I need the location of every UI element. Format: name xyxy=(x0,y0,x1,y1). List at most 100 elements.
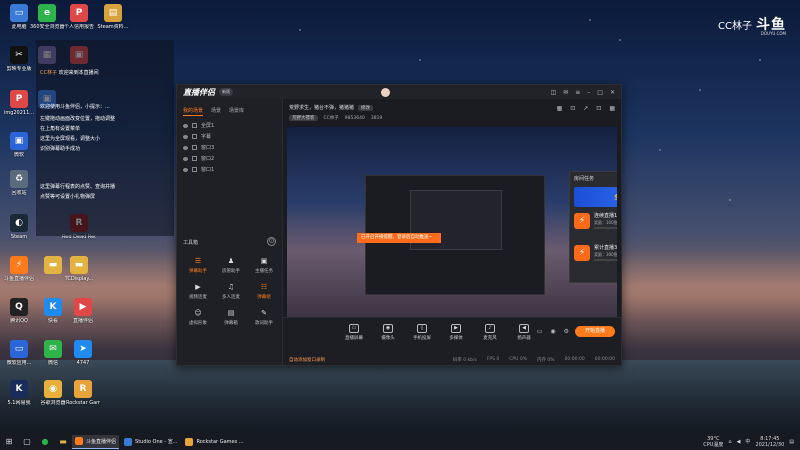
eye-icon[interactable] xyxy=(183,156,188,161)
settings-icon[interactable]: ⚙ xyxy=(564,328,569,335)
douyu-domain: DOUYU.COM xyxy=(760,31,786,36)
task-item[interactable]: ⚡累计直播300分钟奖励：300鱼丸 主播经验+10/300 xyxy=(574,243,617,271)
source-button[interactable]: ▯ 手机投屏 xyxy=(411,324,433,341)
tab-0[interactable]: 我的场景 xyxy=(183,107,204,116)
checkbox-icon[interactable] xyxy=(192,145,197,150)
checkbox-icon[interactable] xyxy=(192,123,197,128)
skin-icon[interactable]: ◫ xyxy=(551,89,557,96)
notice-banner[interactable]: 已开启开播提醒，登录后自动推送~ xyxy=(357,233,441,243)
lock-icon[interactable]: ⊡ xyxy=(570,105,575,112)
desktop-icon[interactable]: ➤ 4747 xyxy=(66,340,100,366)
task-icon: ⚡ xyxy=(574,245,590,261)
desktop-icon[interactable]: K 5.1网易我 xyxy=(2,380,36,406)
room-meta-item[interactable]: 荒野大镖客 xyxy=(289,115,318,121)
taskbar-app[interactable]: Studio One - 宣... xyxy=(121,435,180,449)
task-item[interactable]: ⚡连续直播100分钟奖励：100鱼丸 主播经验+10/100 xyxy=(574,211,617,239)
windows-start-icon[interactable]: ⊞ xyxy=(2,435,16,449)
taskbar-app[interactable]: 斗鱼直播伴侣 xyxy=(72,434,120,449)
desktop-icon[interactable]: P 个人信用报告 xyxy=(62,4,96,30)
desktop-icon[interactable]: R Rockstar Games... xyxy=(66,380,100,406)
avatar[interactable] xyxy=(381,87,391,97)
source-button[interactable]: ▭ 直播屏幕 xyxy=(343,324,365,341)
scene-item[interactable]: 窗口1 xyxy=(177,164,282,175)
taskbar-app[interactable]: Rockstar Games ... xyxy=(182,435,246,449)
browser-icon[interactable]: ● xyxy=(38,435,52,449)
live-preview[interactable]: 已开启开播提醒，登录后自动推送~ 房间任务 ✕ 全民乐PK ⚡连续直播100分钟… xyxy=(287,127,617,317)
tool-button[interactable]: ✎ 歌词助手 xyxy=(249,307,279,327)
eye-icon[interactable] xyxy=(183,145,188,150)
eye-icon[interactable]: ◉ xyxy=(550,328,555,335)
checkbox-icon[interactable] xyxy=(192,134,197,139)
desktop-app-icon: ⚡ xyxy=(10,256,28,274)
source-button[interactable]: ▶ 多媒体 xyxy=(445,324,467,341)
start-live-button[interactable]: 开始直播 xyxy=(575,326,615,337)
source-button[interactable]: ◀ 扬声器 xyxy=(513,324,535,341)
tool-button[interactable]: ☺ 虚拟形象 xyxy=(183,307,213,327)
ime-icon[interactable]: 中 xyxy=(745,438,750,445)
source-label: 多媒体 xyxy=(449,336,463,341)
app-icon[interactable]: ▬ xyxy=(56,435,70,449)
desktop-app-icon: K xyxy=(10,380,28,398)
layout-icon[interactable]: ▦ xyxy=(609,105,615,112)
desktop-icon[interactable]: ▬ TCDisplay... xyxy=(62,256,96,282)
desktop-icon[interactable]: K 快看 xyxy=(36,298,70,324)
share-icon[interactable]: ↗ xyxy=(583,105,588,112)
tab-1[interactable]: 场景 xyxy=(211,107,221,116)
desktop-icon[interactable]: ◐ Steam xyxy=(2,214,36,240)
minimize-icon[interactable]: – xyxy=(587,89,590,96)
desktop-icon[interactable]: e 360安全浏览器 xyxy=(30,4,64,30)
desktop-icon[interactable]: ⚡ 斗鱼直播伴侣 xyxy=(2,256,36,282)
close-icon[interactable]: ✕ xyxy=(610,89,615,96)
lock-screen-icon[interactable]: ⊡ xyxy=(596,105,601,112)
checkbox-icon[interactable] xyxy=(192,156,197,161)
notification-icon[interactable]: ▤ xyxy=(789,439,794,445)
tool-button[interactable]: ♫ 多人连麦 xyxy=(216,281,246,301)
checkbox-icon[interactable] xyxy=(192,167,197,172)
desktop-icon[interactable]: Q 腾讯QQ xyxy=(2,298,36,324)
add-tool-icon[interactable]: ⊙ xyxy=(267,237,276,246)
tool-button[interactable]: ▶ 视频连麦 xyxy=(183,281,213,301)
scene-panel: 我的场景 场景 场景库 全屏1 字幕 窗口3 窗口2 窗口1 工具箱 ⊙ ☰ 弹幕助手 ♟ 房管助… xyxy=(177,99,283,365)
mail-icon[interactable]: ✉ xyxy=(563,89,568,96)
eye-icon[interactable] xyxy=(183,123,188,128)
tab-2[interactable]: 场景库 xyxy=(229,107,244,116)
desktop-icon[interactable]: ✉ 微信 xyxy=(36,340,70,366)
menu-icon[interactable]: ≡ xyxy=(575,89,580,96)
scene-item[interactable]: 字幕 xyxy=(177,131,282,142)
desktop-icon[interactable]: ▣ 微软 xyxy=(2,132,36,158)
scene-list: 全屏1 字幕 窗口3 窗口2 窗口1 xyxy=(177,120,282,175)
tool-label: 虚拟形象 xyxy=(189,321,207,326)
source-button[interactable]: ♪ 麦克风 xyxy=(479,324,501,341)
desktop-app-icon: ◐ xyxy=(10,214,28,232)
tool-button[interactable]: ☷ 弹幕组 xyxy=(249,281,279,301)
scene-item[interactable]: 全屏1 xyxy=(177,120,282,131)
desktop-icon-label: 个人信用报告 xyxy=(63,24,94,30)
desktop-icon[interactable]: ▭ 微软应用... xyxy=(2,340,36,366)
desktop-icon[interactable]: ♻ 回收站 xyxy=(2,170,36,196)
clock[interactable]: 8:17:45 2021/12/30 xyxy=(755,436,784,448)
taskbar: ⊞ ▢ ● ▬ 斗鱼直播伴侣 Studio One - 宣... Rockstar … xyxy=(0,433,800,450)
source-button[interactable]: ◉ 摄像头 xyxy=(377,324,399,341)
camera-icon[interactable]: ▭ xyxy=(537,328,543,335)
pk-banner[interactable]: 全民乐PK xyxy=(574,187,617,207)
desktop-icon[interactable]: ▶ 直播伴侣 xyxy=(66,298,100,324)
maximize-icon[interactable]: □ xyxy=(597,89,603,96)
edit-title-button[interactable]: 修改 xyxy=(358,104,374,111)
desktop-icon[interactable]: ◉ 谷歌浏览器 xyxy=(36,380,70,406)
tool-button[interactable]: ☰ 弹幕助手 xyxy=(183,255,213,275)
eye-icon[interactable] xyxy=(183,167,188,172)
desktop-icon[interactable]: ▤ Steam资料... xyxy=(96,4,130,30)
tool-button[interactable]: ♟ 房管助手 xyxy=(216,255,246,275)
gift-icon[interactable]: ▦ xyxy=(557,105,563,112)
search-icon[interactable]: ▢ xyxy=(20,435,34,449)
desktop-icon-label: 微软 xyxy=(13,152,24,158)
task-title: 累计直播300分钟 xyxy=(594,245,617,251)
scene-item[interactable]: 窗口3 xyxy=(177,142,282,153)
eye-icon[interactable] xyxy=(183,134,188,139)
volume-icon[interactable]: ◀ xyxy=(737,439,741,445)
tool-button[interactable]: ▤ 弹幕箱 xyxy=(216,307,246,327)
tool-button[interactable]: ▣ 主播任务 xyxy=(249,255,279,275)
scene-item[interactable]: 窗口2 xyxy=(177,153,282,164)
version-badge[interactable]: 新版 xyxy=(219,88,233,96)
network-icon[interactable]: ⌂ xyxy=(728,439,731,445)
